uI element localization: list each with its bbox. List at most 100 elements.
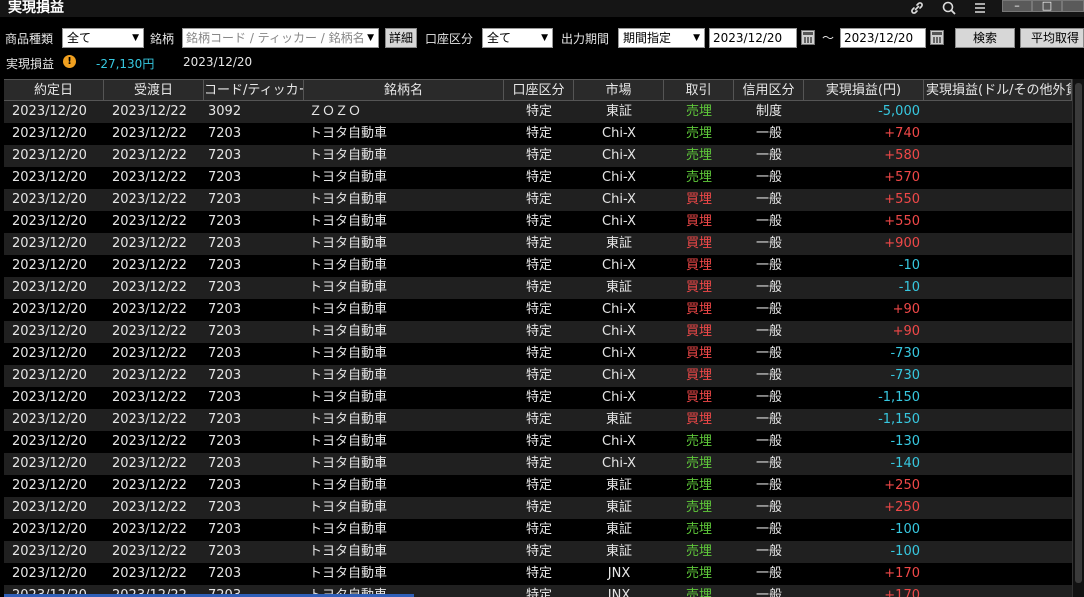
date-to-input[interactable]: 2023/12/20 — [840, 28, 926, 48]
table-row[interactable]: 2023/12/20 2023/12/22 7203 トヨタ自動車 特定 Chi-X 売埋 一… — [4, 123, 1072, 145]
market-cell: Chi-X — [602, 368, 636, 383]
summary-label: 実現損益 — [6, 57, 55, 71]
margin-type-cell: 一般 — [755, 170, 782, 185]
table-row[interactable]: 2023/12/20 2023/12/22 7203 トヨタ自動車 特定 JNX 売埋 一般 +… — [4, 563, 1072, 585]
account-type-cell: 特定 — [525, 148, 552, 163]
column-header[interactable]: 取引 — [664, 80, 734, 101]
symbol-input[interactable]: 銘柄コード / ティッカー / 銘柄名 ▼ — [182, 28, 379, 48]
trade-date-cell: 2023/12/20 — [12, 104, 87, 119]
maximize-icon[interactable]: □ — [1032, 0, 1062, 12]
period-select[interactable]: 期間指定 ▼ — [618, 28, 705, 48]
table-row[interactable]: 2023/12/20 2023/12/22 7203 トヨタ自動車 特定 Chi-X 買埋 一… — [4, 299, 1072, 321]
code-cell: 7203 — [208, 346, 242, 361]
table-row[interactable]: 2023/12/20 2023/12/22 7203 トヨタ自動車 特定 Chi-X 買埋 一… — [4, 211, 1072, 233]
realized-pl-jpy-cell: +550 — [884, 214, 920, 229]
table-row[interactable]: 2023/12/20 2023/12/22 7203 トヨタ自動車 特定 Chi-X 売埋 一… — [4, 453, 1072, 475]
table-row[interactable]: 2023/12/20 2023/12/22 7203 トヨタ自動車 特定 東証 買埋 一般 -1… — [4, 409, 1072, 431]
table-row[interactable]: 2023/12/20 2023/12/22 7203 トヨタ自動車 特定 Chi-X 買埋 一… — [4, 255, 1072, 277]
table-row[interactable]: 2023/12/20 2023/12/22 7203 トヨタ自動車 特定 東証 売埋 一般 -1… — [4, 541, 1072, 563]
column-header[interactable]: 受渡日 — [104, 80, 204, 101]
link-icon[interactable] — [907, 0, 927, 17]
table-row[interactable]: 2023/12/20 2023/12/22 7203 トヨタ自動車 特定 Chi-X 買埋 一… — [4, 387, 1072, 409]
code-cell: 7203 — [208, 236, 242, 251]
table-row[interactable]: 2023/12/20 2023/12/22 7203 トヨタ自動車 特定 Chi-X 買埋 一… — [4, 321, 1072, 343]
trade-type-cell: 売埋 — [685, 566, 712, 581]
symbol-name-cell: トヨタ自動車 — [309, 412, 388, 427]
table-row[interactable]: 2023/12/20 2023/12/22 7203 トヨタ自動車 特定 Chi-X 買埋 一… — [4, 189, 1072, 211]
trade-date-cell: 2023/12/20 — [12, 170, 87, 185]
table-row[interactable]: 2023/12/20 2023/12/22 7203 トヨタ自動車 特定 東証 買埋 一般 +9… — [4, 233, 1072, 255]
trade-type-cell: 売埋 — [685, 148, 712, 163]
calendar-icon[interactable] — [930, 30, 944, 45]
settlement-date-cell: 2023/12/22 — [112, 148, 187, 163]
code-cell: 7203 — [208, 280, 242, 295]
margin-type-cell: 一般 — [755, 258, 782, 273]
table-row[interactable]: 2023/12/20 2023/12/22 7203 トヨタ自動車 特定 東証 売埋 一般 +2… — [4, 497, 1072, 519]
detail-button[interactable]: 詳細 — [385, 28, 417, 48]
trade-type-cell: 買埋 — [685, 324, 712, 339]
table-row[interactable]: 2023/12/20 2023/12/22 7203 トヨタ自動車 特定 Chi-X 買埋 一… — [4, 365, 1072, 387]
date-from-input[interactable]: 2023/12/20 — [709, 28, 797, 48]
column-header[interactable]: 市場 — [574, 80, 664, 101]
margin-type-cell: 一般 — [755, 148, 782, 163]
trade-date-cell: 2023/12/20 — [12, 412, 87, 427]
symbol-name-cell: トヨタ自動車 — [309, 346, 388, 361]
minimize-icon[interactable]: – — [1002, 0, 1032, 12]
table-row[interactable]: 2023/12/20 2023/12/22 3092 ＺＯＺＯ 特定 東証 売埋 制度 -5,0… — [4, 101, 1072, 123]
settlement-date-cell: 2023/12/22 — [112, 280, 187, 295]
vertical-scrollbar[interactable] — [1072, 79, 1084, 597]
column-header[interactable]: コード/ティッカー — [204, 80, 304, 101]
account-type-label: 口座区分 — [425, 32, 474, 46]
close-icon[interactable] — [1062, 0, 1084, 12]
settlement-date-cell: 2023/12/22 — [112, 500, 187, 515]
realized-pl-jpy-cell: +570 — [884, 170, 920, 185]
table-row[interactable]: 2023/12/20 2023/12/22 7203 トヨタ自動車 特定 Chi-X 売埋 一… — [4, 167, 1072, 189]
column-header[interactable]: 実現損益(ドル/その他外貨) — [924, 80, 1072, 101]
realized-pl-foreign-cell — [924, 233, 1072, 255]
column-header[interactable]: 信用区分 — [734, 80, 804, 101]
market-cell: 東証 — [605, 544, 632, 559]
column-header[interactable]: 銘柄名 — [304, 80, 504, 101]
calendar-icon[interactable] — [801, 30, 815, 45]
margin-type-cell: 一般 — [755, 324, 782, 339]
settlement-date-cell: 2023/12/22 — [112, 236, 187, 251]
trade-date-cell: 2023/12/20 — [12, 148, 87, 163]
market-cell: Chi-X — [602, 456, 636, 471]
market-cell: Chi-X — [602, 324, 636, 339]
table-row[interactable]: 2023/12/20 2023/12/22 7203 トヨタ自動車 特定 Chi-X 売埋 一… — [4, 431, 1072, 453]
table-row[interactable]: 2023/12/20 2023/12/22 7203 トヨタ自動車 特定 東証 売埋 一般 -1… — [4, 519, 1072, 541]
table-row[interactable]: 2023/12/20 2023/12/22 7203 トヨタ自動車 特定 東証 売埋 一般 +2… — [4, 475, 1072, 497]
market-cell: Chi-X — [602, 434, 636, 449]
code-cell: 7203 — [208, 214, 242, 229]
warning-icon[interactable]: ! — [63, 55, 76, 68]
settlement-date-cell: 2023/12/22 — [112, 456, 187, 471]
menu-icon[interactable] — [970, 0, 990, 17]
realized-pl-foreign-cell — [924, 541, 1072, 563]
trade-date-cell: 2023/12/20 — [12, 368, 87, 383]
window-title: 実現損益 — [8, 0, 64, 16]
column-header[interactable]: 約定日 — [4, 80, 104, 101]
table-row[interactable]: 2023/12/20 2023/12/22 7203 トヨタ自動車 特定 Chi-X 売埋 一… — [4, 145, 1072, 167]
account-type-select[interactable]: 全て ▼ — [482, 28, 553, 48]
scrollbar-thumb[interactable] — [1075, 83, 1082, 583]
period-label: 出力期間 — [561, 32, 610, 46]
table-row[interactable]: 2023/12/20 2023/12/22 7203 トヨタ自動車 特定 東証 買埋 一般 -1… — [4, 277, 1072, 299]
account-type-cell: 特定 — [525, 456, 552, 471]
search-icon[interactable] — [939, 0, 959, 17]
column-header[interactable]: 実現損益(円) — [804, 80, 924, 101]
code-cell: 7203 — [208, 478, 242, 493]
search-button[interactable]: 検索 — [955, 28, 1015, 48]
account-type-cell: 特定 — [525, 126, 552, 141]
realized-pl-jpy-cell: -5,000 — [878, 104, 920, 119]
trade-date-cell: 2023/12/20 — [12, 324, 87, 339]
trade-type-cell: 売埋 — [685, 104, 712, 119]
trade-type-cell: 売埋 — [685, 456, 712, 471]
product-type-select[interactable]: 全て ▼ — [62, 28, 144, 48]
table-row[interactable]: 2023/12/20 2023/12/22 7203 トヨタ自動車 特定 Chi-X 買埋 一… — [4, 343, 1072, 365]
trade-date-cell: 2023/12/20 — [12, 258, 87, 273]
realized-pl-jpy-cell: -730 — [890, 368, 920, 383]
symbol-name-cell: トヨタ自動車 — [309, 566, 388, 581]
column-header[interactable]: 口座区分 — [504, 80, 574, 101]
average-cost-button[interactable]: 平均取得 — [1020, 28, 1084, 48]
chevron-down-icon: ▼ — [693, 33, 700, 43]
